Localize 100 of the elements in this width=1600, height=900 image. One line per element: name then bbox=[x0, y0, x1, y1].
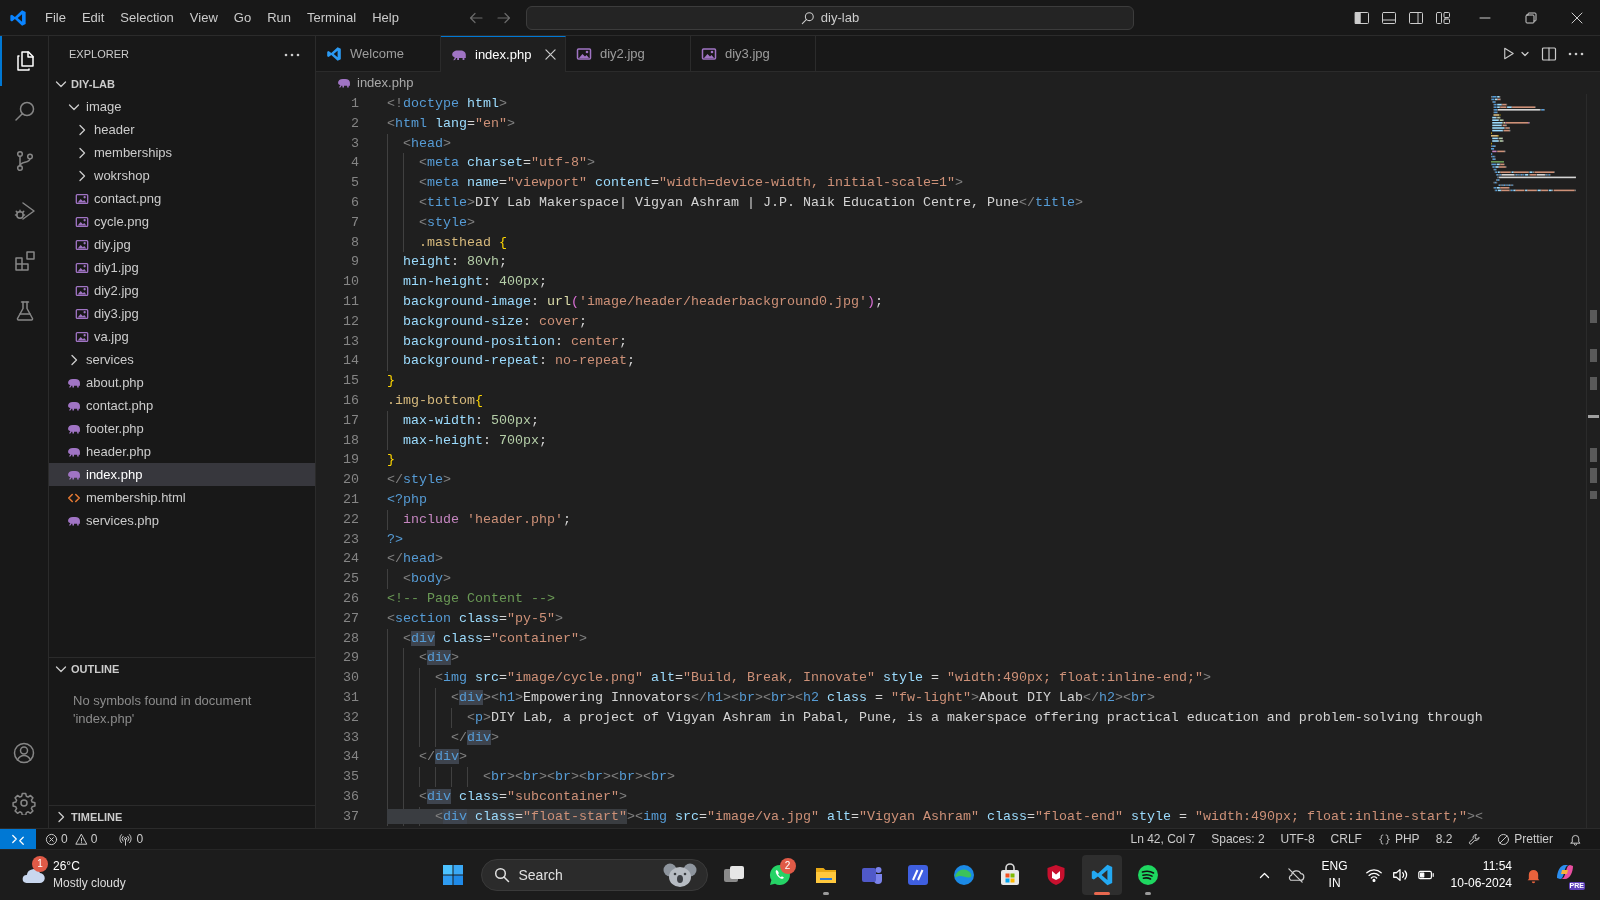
editor-tab[interactable]: diy2.jpg bbox=[566, 36, 691, 72]
section-header[interactable]: DIY-LAB bbox=[49, 73, 315, 95]
remote-icon bbox=[11, 832, 25, 846]
editor-tab[interactable]: index.php bbox=[441, 36, 566, 72]
clock-date: 10-06-2024 bbox=[1450, 875, 1512, 892]
problems-button[interactable]: 0 0 bbox=[40, 829, 103, 849]
section-header[interactable]: OUTLINE bbox=[49, 658, 315, 680]
menu-item[interactable]: Terminal bbox=[299, 5, 365, 30]
image-file-icon bbox=[75, 306, 89, 321]
line-number: 31 bbox=[342, 688, 359, 707]
menu-item[interactable]: View bbox=[181, 5, 226, 30]
line-number: 27 bbox=[342, 609, 359, 628]
warning-icon bbox=[74, 832, 88, 846]
tree-item[interactable]: footer.php bbox=[49, 417, 315, 440]
code-line: <div class="container"> bbox=[402, 629, 587, 648]
split-icon bbox=[1541, 45, 1557, 62]
image-file-icon bbox=[75, 237, 89, 252]
code-line: <div> bbox=[418, 649, 459, 668]
cloud-off-icon bbox=[1286, 865, 1306, 885]
tree-item[interactable]: image bbox=[49, 95, 315, 118]
line-number: 12 bbox=[342, 312, 359, 331]
line-number: 8 bbox=[350, 233, 359, 252]
menu-item[interactable]: File bbox=[37, 5, 74, 30]
tree-item[interactable]: contact.png bbox=[49, 187, 315, 210]
tree-item[interactable]: membership.html bbox=[49, 486, 315, 509]
tree-item[interactable]: va.jpg bbox=[49, 325, 315, 348]
image-file-icon bbox=[75, 283, 89, 298]
tree-item[interactable]: diy1.jpg bbox=[49, 256, 315, 279]
input-language-button[interactable]: ENG IN bbox=[1312, 855, 1357, 895]
search-field[interactable]: Search bbox=[480, 859, 708, 891]
settings-icon bbox=[12, 791, 36, 815]
command-center[interactable]: diy-lab bbox=[526, 5, 1134, 30]
menu-item[interactable]: Help bbox=[364, 5, 407, 30]
code-line: <div class="subcontainer"> bbox=[418, 787, 627, 806]
line-number: 4 bbox=[350, 154, 359, 173]
clock-button[interactable]: 11:54 10-06-2024 bbox=[1442, 855, 1516, 895]
editor-logo-icon bbox=[1089, 863, 1114, 887]
more-icon bbox=[1568, 51, 1584, 56]
code-line: max-width: 500px; bbox=[402, 411, 539, 430]
editor-tab[interactable]: diy3.jpg bbox=[691, 36, 816, 72]
taskbar-button[interactable]: 2 bbox=[759, 855, 800, 895]
circle-slash-icon bbox=[1497, 832, 1511, 846]
formatter-button[interactable]: Prettier bbox=[1489, 829, 1561, 849]
tree-item[interactable]: diy2.jpg bbox=[49, 279, 315, 302]
code-line: <img src="image/cycle.png" alt="Build, Break, Innovate" style = "width:490px; float:inline-end;"> bbox=[434, 669, 1211, 688]
tree-item[interactable]: about.php bbox=[49, 371, 315, 394]
menu-item[interactable]: Run bbox=[259, 5, 299, 30]
code-line: include 'header.php'; bbox=[402, 510, 571, 529]
line-number: 9 bbox=[350, 253, 359, 272]
image-file-icon bbox=[75, 260, 89, 275]
line-number: 22 bbox=[342, 510, 359, 529]
code-line: ?> bbox=[387, 530, 403, 549]
status-item[interactable]: Spaces: 2 bbox=[1203, 829, 1273, 849]
tree-item[interactable]: header.php bbox=[49, 440, 315, 463]
line-number: 11 bbox=[342, 292, 359, 311]
error-icon bbox=[45, 832, 58, 846]
more-icon bbox=[284, 52, 300, 57]
line-number: 1 bbox=[350, 95, 359, 113]
tree-item[interactable]: services bbox=[49, 348, 315, 371]
weather-button[interactable]: 1 26°C Mostly cloudy bbox=[14, 855, 132, 895]
tree-item[interactable]: services.php bbox=[49, 509, 315, 532]
status-item[interactable]: Ln 42, Col 7 bbox=[1122, 829, 1204, 849]
ports-button[interactable]: 0 bbox=[114, 829, 149, 849]
code-line: <meta name="viewport" content="width=device-width, initial-scale=1"> bbox=[418, 174, 963, 193]
taskbar-button[interactable] bbox=[1081, 855, 1122, 895]
code-line: background-position: center; bbox=[402, 332, 627, 351]
tiles-icon bbox=[442, 865, 463, 885]
condition-text: Mostly cloudy bbox=[53, 875, 126, 892]
image-file-icon bbox=[75, 329, 89, 344]
menu-item[interactable]: Go bbox=[225, 5, 260, 30]
line-number: 28 bbox=[342, 629, 359, 648]
line-number: 6 bbox=[350, 194, 359, 212]
tree-item[interactable]: diy.jpg bbox=[49, 233, 315, 256]
code-line: } bbox=[387, 372, 395, 391]
section-header[interactable]: TIMELINE bbox=[49, 806, 315, 828]
line-number: 29 bbox=[342, 649, 359, 668]
tree-item[interactable]: wokrshop bbox=[49, 164, 315, 187]
editor-tab[interactable]: Welcome bbox=[316, 36, 441, 72]
breadcrumb-item[interactable]: index.php bbox=[357, 73, 414, 93]
search-icon bbox=[800, 10, 815, 25]
status-item[interactable]: CRLF bbox=[1322, 829, 1370, 849]
remote-button[interactable] bbox=[0, 829, 36, 849]
language-button[interactable]: PHP bbox=[1369, 829, 1428, 849]
line-number: 32 bbox=[342, 708, 359, 727]
tree-item[interactable]: index.php bbox=[49, 463, 315, 486]
line-number: 25 bbox=[342, 570, 359, 589]
status-item[interactable]: 8.2 bbox=[1427, 829, 1461, 849]
menu-item[interactable]: Edit bbox=[73, 5, 113, 30]
tree-item[interactable]: diy3.jpg bbox=[49, 302, 315, 325]
menu-item[interactable]: Selection bbox=[112, 5, 182, 30]
tree-item[interactable]: cycle.png bbox=[49, 210, 315, 233]
line-number: 34 bbox=[342, 748, 359, 767]
image-file-icon bbox=[75, 214, 89, 229]
tree-item[interactable]: contact.php bbox=[49, 394, 315, 417]
status-item[interactable]: UTF-8 bbox=[1272, 829, 1323, 849]
blocks-icon bbox=[13, 249, 37, 273]
tree-item[interactable]: memberships bbox=[49, 141, 315, 164]
tree-item[interactable]: header bbox=[49, 118, 315, 141]
line-number: 24 bbox=[342, 550, 359, 569]
line-number: 35 bbox=[342, 768, 359, 787]
